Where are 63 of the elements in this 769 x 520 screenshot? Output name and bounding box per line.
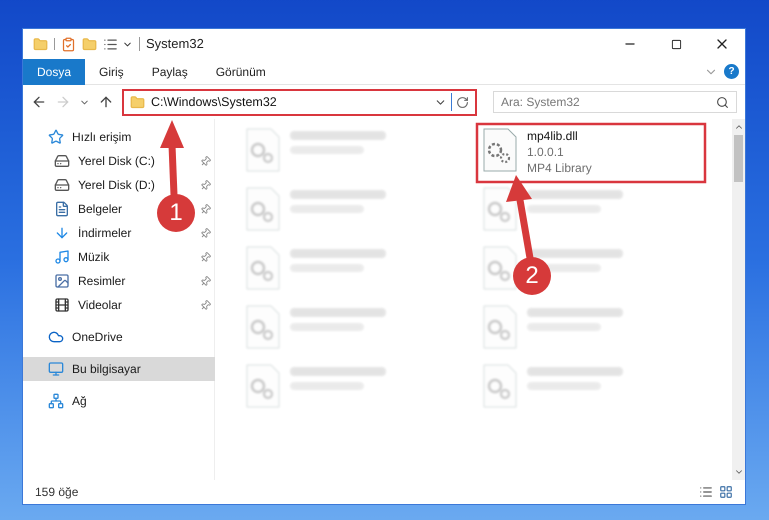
blurred-file-icon: [483, 364, 517, 408]
properties-icon[interactable]: [61, 36, 76, 52]
search-icon: [716, 96, 729, 108]
ribbon-tab[interactable]: Görünüm: [202, 58, 280, 84]
search-field[interactable]: Ara: System32: [493, 91, 737, 113]
blurred-file-icon: [483, 246, 517, 290]
sidebar-item[interactable]: Resimler: [54, 269, 126, 293]
blurred-file-icon: [483, 305, 517, 349]
blurred-file-icon: [483, 187, 517, 231]
refresh-icon[interactable]: [456, 96, 469, 108]
folder-icon: [130, 94, 145, 110]
window-title: System32: [146, 35, 204, 54]
picture-icon: [54, 273, 70, 289]
view-icon[interactable]: [103, 36, 118, 52]
blurred-file-icon: [246, 246, 280, 290]
ribbon-tab[interactable]: Dosya: [23, 58, 86, 84]
network-icon: [48, 393, 64, 409]
annotation-number: 1: [168, 199, 184, 227]
blurred-file-icon: [246, 364, 280, 408]
star-icon: [48, 129, 64, 145]
annotation-number: 2: [524, 262, 540, 290]
file-name: mp4lib.dll: [527, 128, 579, 144]
music-note-icon: [54, 249, 70, 265]
blurred-file-icon: [246, 305, 280, 349]
ribbon-tab[interactable]: Paylaş: [138, 58, 202, 84]
sidebar-item[interactable]: Videolar: [54, 293, 122, 317]
file-description: MP4 Library: [527, 160, 592, 176]
hard-drive-icon: [54, 177, 70, 193]
number-badge: [513, 257, 551, 295]
cloud-icon: [48, 329, 64, 345]
search-placeholder: Ara: System32: [501, 94, 580, 111]
folder-icon: [33, 36, 48, 52]
sidebar-item[interactable]: Belgeler: [54, 197, 122, 221]
sidebar-item[interactable]: Yerel Disk (D:): [54, 173, 155, 197]
up-icon[interactable]: [98, 94, 114, 110]
ribbon-tab[interactable]: Giriş: [85, 58, 138, 84]
blurred-file-icon: [246, 187, 280, 231]
sidebar-item[interactable]: Ağ: [48, 389, 87, 413]
file-item[interactable]: mp4lib.dll 1.0.0.1 MP4 Library: [480, 125, 710, 180]
details-view-icon[interactable]: [699, 485, 713, 499]
sidebar-item[interactable]: Hızlı erişim: [48, 125, 132, 149]
scrollbar[interactable]: [732, 119, 745, 480]
gear-file-icon: [483, 128, 517, 172]
sidebar-item[interactable]: İndirmeler: [54, 221, 132, 245]
sidebar-item[interactable]: OneDrive: [48, 325, 123, 349]
film-icon: [54, 297, 70, 313]
sidebar-item[interactable]: Yerel Disk (C:): [54, 149, 155, 173]
sidebar-item[interactable]: Müzik: [54, 245, 110, 269]
hard-drive-icon: [54, 153, 70, 169]
large-icons-view-icon[interactable]: [719, 485, 733, 499]
monitor-icon: [48, 361, 64, 377]
blurred-file-icon: [246, 128, 280, 172]
document-icon: [54, 201, 70, 217]
item-count: 159 öğe: [35, 484, 78, 501]
file-version: 1.0.0.1: [527, 144, 565, 160]
help-icon[interactable]: ?: [724, 64, 739, 79]
number-badge: [157, 194, 195, 232]
address-path: C:\Windows\System32: [151, 94, 277, 111]
scrollbar-thumb[interactable]: [734, 135, 743, 182]
sidebar-item[interactable]: Bu bilgisayar: [48, 357, 141, 381]
back-icon[interactable]: [31, 94, 47, 110]
maximize-icon: [670, 38, 682, 50]
address-bar[interactable]: C:\Windows\System32: [122, 88, 477, 116]
